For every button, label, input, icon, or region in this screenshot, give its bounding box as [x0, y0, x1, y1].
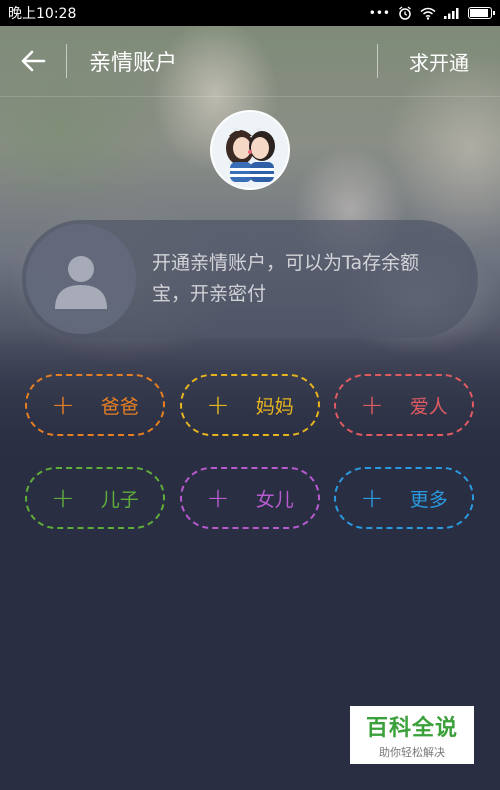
relation-button-mom[interactable]: + 妈妈: [180, 374, 320, 436]
wifi-icon: [420, 7, 436, 20]
couple-avatar-image: [212, 112, 288, 188]
plus-icon: +: [206, 481, 230, 514]
battery-icon: [468, 7, 495, 19]
status-bar: 晚上10:28 •••: [0, 0, 500, 26]
plus-icon: +: [360, 481, 384, 514]
relation-button-dad[interactable]: + 爸爸: [25, 374, 165, 436]
title-divider-left: [66, 44, 67, 78]
relation-label: 儿子: [100, 488, 139, 511]
title-bar: 亲情账户 求开通: [0, 26, 500, 96]
relation-button-spouse[interactable]: + 爱人: [334, 374, 474, 436]
alarm-icon: [398, 6, 412, 20]
plus-icon: +: [206, 388, 230, 421]
page-title: 亲情账户: [89, 51, 178, 76]
relation-label: 爱人: [409, 395, 448, 418]
relation-label: 女儿: [255, 488, 294, 511]
relation-label: 爸爸: [100, 395, 139, 418]
relation-button-son[interactable]: + 儿子: [25, 467, 165, 529]
plus-icon: +: [360, 388, 384, 421]
request-open-button[interactable]: 求开通: [378, 26, 500, 96]
relation-label: 妈妈: [255, 395, 294, 418]
relation-label: 更多: [409, 488, 448, 511]
relation-button-more[interactable]: + 更多: [334, 467, 474, 529]
watermark-title: 百科全说: [365, 716, 458, 741]
back-arrow-icon: [21, 50, 46, 72]
back-button[interactable]: [0, 26, 66, 96]
placeholder-avatar[interactable]: [26, 224, 136, 334]
title-underline: [0, 96, 500, 97]
person-icon: [55, 256, 107, 309]
status-time: 晚上10:28: [8, 6, 77, 22]
info-card: 开通亲情账户，可以为Ta存余额宝，开亲密付: [22, 220, 478, 338]
watermark-subtitle: 助你轻松解决: [379, 746, 445, 759]
plus-icon: +: [51, 388, 75, 421]
status-icons: •••: [368, 6, 495, 20]
user-avatar[interactable]: [210, 110, 290, 190]
watermark-logo: 百科全说 助你轻松解决: [350, 706, 474, 764]
plus-icon: +: [51, 481, 75, 514]
relation-button-daughter[interactable]: + 女儿: [180, 467, 320, 529]
info-text: 开通亲情账户，可以为Ta存余额宝，开亲密付: [152, 252, 420, 305]
more-dots: •••: [368, 6, 390, 20]
signal-icon: [444, 7, 460, 19]
